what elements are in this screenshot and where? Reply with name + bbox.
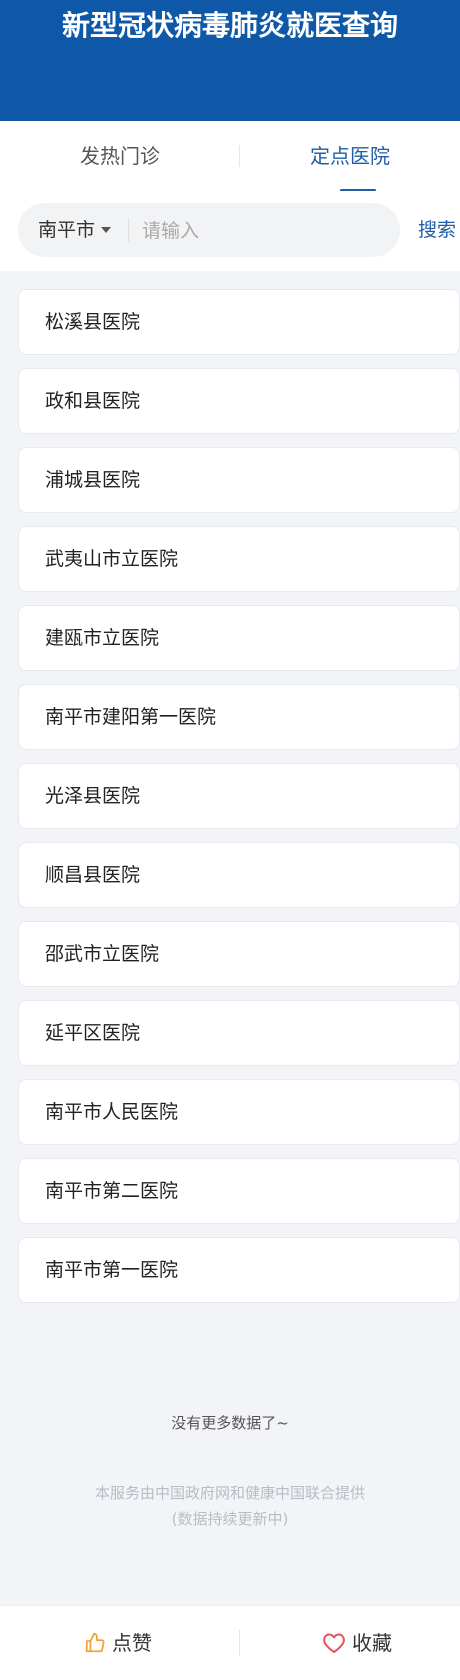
hospital-name: 延平区医院	[45, 1022, 141, 1044]
city-label: 南平市	[38, 219, 96, 241]
hospital-card[interactable]: 武夷山市立医院	[18, 526, 460, 592]
bottom-divider	[239, 1630, 240, 1656]
hospital-name: 政和县医院	[45, 390, 141, 412]
search-box: 南平市	[18, 203, 400, 259]
hospital-card[interactable]: 松溪县医院	[18, 289, 460, 355]
tab-fever-clinic[interactable]: 发热门诊	[0, 121, 240, 191]
hospital-name: 南平市第一医院	[45, 1259, 179, 1281]
hospital-card[interactable]: 建瓯市立医院	[18, 605, 460, 671]
hospital-name: 武夷山市立医院	[45, 548, 179, 570]
search-divider	[128, 218, 129, 242]
hospital-card[interactable]: 南平市建阳第一医院	[18, 684, 460, 750]
page-title: 新型冠状病毒肺炎就医查询	[61, 9, 398, 42]
caret-down-icon	[101, 226, 112, 233]
hospital-card[interactable]: 延平区医院	[18, 1000, 460, 1066]
hospital-name: 南平市建阳第一医院	[45, 706, 217, 728]
tab-designated-hospital[interactable]: 定点医院	[240, 121, 460, 191]
like-button[interactable]: 点赞	[84, 1606, 152, 1680]
tab-bar: 发热门诊 定点医院	[0, 121, 460, 192]
footer-note: 本服务由中国政府网和健康中国联合提供 (数据持续更新中)	[0, 1480, 460, 1532]
footer-line-1: 本服务由中国政府网和健康中国联合提供	[94, 1484, 365, 1502]
hospital-name: 顺昌县医院	[45, 864, 141, 886]
hospital-name: 邵武市立医院	[45, 943, 160, 965]
hospital-card[interactable]: 南平市第一医院	[18, 1237, 460, 1303]
hospital-name: 光泽县医院	[45, 785, 141, 807]
like-label: 点赞	[112, 1631, 152, 1655]
hospital-card[interactable]: 邵武市立医院	[18, 921, 460, 987]
hospital-card[interactable]: 浦城县医院	[18, 447, 460, 513]
hospital-name: 南平市人民医院	[45, 1101, 179, 1123]
hospital-name: 浦城县医院	[45, 469, 141, 491]
favorite-button[interactable]: 收藏	[322, 1606, 392, 1680]
search-input[interactable]	[140, 203, 384, 259]
hospital-name: 南平市第二医院	[45, 1180, 179, 1202]
favorite-label: 收藏	[352, 1631, 392, 1655]
hospital-card[interactable]: 南平市人民医院	[18, 1079, 460, 1145]
footer-line-2: (数据持续更新中)	[171, 1510, 289, 1528]
hospital-name: 建瓯市立医院	[45, 627, 160, 649]
hospital-name: 松溪县医院	[45, 311, 141, 333]
hospital-card[interactable]: 政和县医院	[18, 368, 460, 434]
city-selector[interactable]: 南平市	[38, 203, 112, 257]
list-end-text: 没有更多数据了~	[171, 1414, 289, 1432]
page-header: 新型冠状病毒肺炎就医查询	[0, 0, 460, 121]
heart-icon	[323, 1633, 345, 1653]
thumbs-up-icon	[85, 1632, 105, 1652]
hospital-card[interactable]: 顺昌县医院	[18, 842, 460, 908]
search-bar: 南平市 搜索	[0, 191, 460, 271]
bottom-action-bar: 点赞 收藏	[0, 1605, 460, 1680]
search-button[interactable]: 搜索	[418, 203, 456, 257]
hospital-card[interactable]: 南平市第二医院	[18, 1158, 460, 1224]
hospital-card[interactable]: 光泽县医院	[18, 763, 460, 829]
